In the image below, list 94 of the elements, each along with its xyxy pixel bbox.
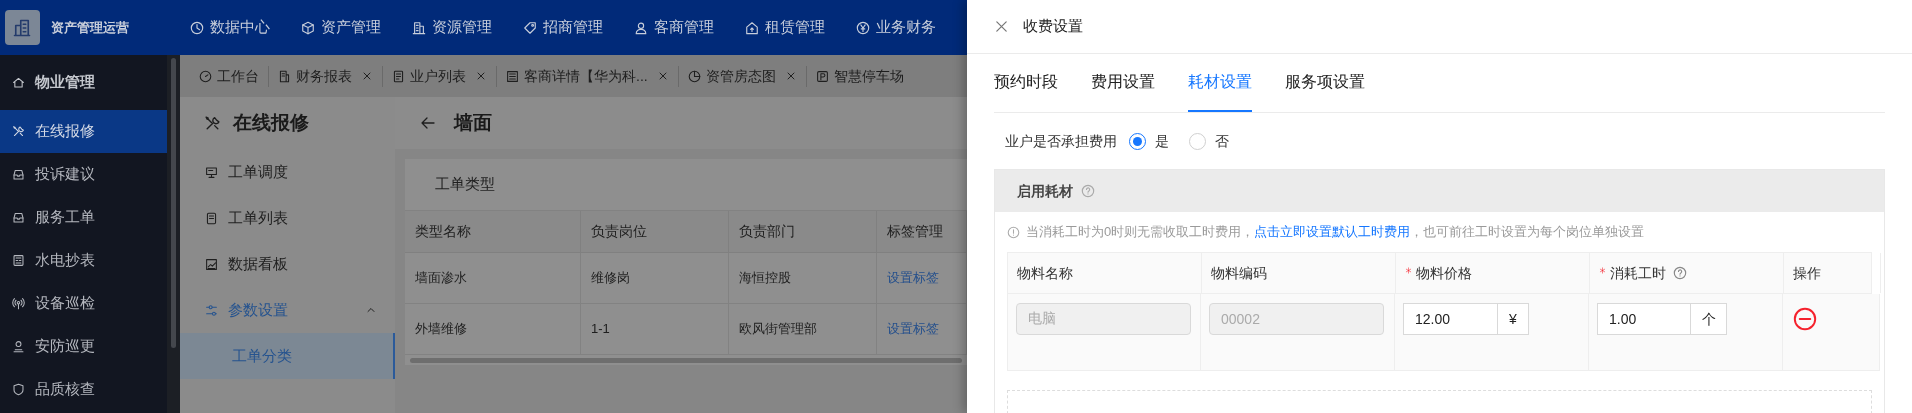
monitor-icon (205, 165, 218, 179)
sidebar-item[interactable]: 在线报修 (0, 110, 167, 153)
currency-unit: ¥ (1498, 303, 1529, 335)
parking-icon (815, 69, 829, 83)
module-menu-item[interactable]: 数据看板 (180, 241, 395, 287)
module-title: 在线报修 (233, 110, 309, 135)
radio-label[interactable]: 是 (1155, 130, 1169, 152)
column-header: 物料价格 (1396, 253, 1590, 293)
page-tab[interactable]: 客商详情【华为科... (496, 65, 678, 87)
nav-menu-item[interactable]: 招商管理 (523, 16, 634, 39)
hours-field[interactable]: 1.00 (1597, 303, 1691, 335)
table-cell: 海恒控股 (729, 253, 877, 303)
sidebar-item[interactable]: 水电抄表 (0, 239, 167, 282)
sidebar-item[interactable]: 服务工单 (0, 196, 167, 239)
bear-cost-label: 业户是否承担费用 (1005, 131, 1117, 151)
nav-menu-item[interactable]: 数据中心 (190, 16, 301, 39)
table-cell: 1-1 (581, 304, 729, 354)
page-tab[interactable]: 资管房态图 (677, 65, 806, 87)
house-icon (745, 20, 759, 35)
home-icon (12, 76, 25, 89)
coin-icon (856, 20, 870, 35)
sidebar-item[interactable]: 安防巡更 (0, 325, 167, 368)
page-tab[interactable]: 工作台 (190, 65, 268, 87)
help-icon[interactable] (1673, 266, 1687, 280)
settings-tab[interactable]: 费用设置 (1091, 54, 1155, 112)
table-cell: 墙面渗水 (405, 253, 581, 303)
nav-menu-item[interactable]: 租赁管理 (745, 16, 856, 39)
inbox-icon (12, 168, 25, 181)
column-header: 操作 (1784, 253, 1881, 293)
required-asterisk-icon (1599, 266, 1606, 274)
gauge-icon (199, 69, 212, 83)
table-cell: 欧风街管理部 (729, 304, 877, 354)
notice-text: 当消耗工时为0时则无需收取工时费用，点击立即设置默认工时费用，也可前往工时设置为每个岗位单独设置 (1026, 223, 1645, 242)
price-field[interactable]: 12.00 (1403, 303, 1498, 335)
nav-menu-item[interactable]: 资源管理 (412, 16, 523, 39)
default-fee-link[interactable]: 点击立即设置默认工时费用 (1254, 224, 1411, 240)
tag-icon (523, 20, 537, 35)
column-header: 消耗工时 (1590, 253, 1784, 293)
document-icon (392, 69, 405, 83)
close-icon[interactable] (475, 70, 487, 82)
table-cell: 外墙维修 (405, 304, 581, 354)
table-scrollbar[interactable] (410, 357, 962, 363)
page-tab[interactable]: 智慧停车场 (805, 65, 913, 87)
remove-icon[interactable] (1793, 307, 1817, 331)
sidebar-header[interactable]: 物业管理 (0, 55, 167, 110)
column-header: 负责岗位 (581, 211, 729, 252)
list-icon (205, 211, 218, 225)
table-cell: 维修岗 (581, 253, 729, 303)
section-title: 启用耗材 (1017, 181, 1073, 201)
module-menu-item[interactable]: 工单调度 (180, 149, 395, 195)
settings-tab[interactable]: 预约时段 (994, 54, 1058, 112)
shield-icon (12, 383, 25, 396)
buildings-icon (12, 17, 33, 38)
settings-tab[interactable]: 服务项设置 (1285, 54, 1365, 112)
page-tab[interactable]: 业户列表 (382, 65, 496, 87)
wrench-icon (12, 125, 25, 138)
info-icon (1007, 225, 1020, 239)
page-title: 墙面 (454, 110, 492, 135)
column-header: 物料编码 (1202, 253, 1396, 293)
signal-icon (12, 297, 25, 310)
drawer-title: 收费设置 (1023, 16, 1083, 37)
sidebar-item[interactable]: 设备巡检 (0, 282, 167, 325)
count-unit: 个 (1691, 303, 1727, 335)
report-icon (278, 69, 291, 83)
column-header: 负责部门 (729, 211, 877, 252)
sliders-icon (205, 303, 218, 317)
sidebar-scrollbar[interactable] (171, 58, 176, 348)
pie-chart-icon (687, 69, 701, 83)
app-title: 资产管理运营 (50, 18, 130, 37)
guard-icon (12, 340, 25, 353)
inbox-icon (12, 211, 25, 224)
panel-icon (506, 69, 519, 83)
clock-icon (190, 20, 204, 35)
page-tab[interactable]: 财务报表 (268, 65, 382, 87)
close-icon[interactable] (361, 70, 373, 82)
nav-menu-item[interactable]: 客商管理 (634, 16, 745, 39)
module-menu-item[interactable]: 工单列表 (180, 195, 395, 241)
settings-tab[interactable]: 耗材设置 (1188, 54, 1252, 112)
cube-icon (301, 20, 315, 35)
column-header: 类型名称 (405, 211, 581, 252)
sidebar-item[interactable]: 品质核查 (0, 368, 167, 411)
nav-menu-item[interactable]: 业务财务 (856, 16, 967, 39)
sidebar-item[interactable]: 投诉建议 (0, 153, 167, 196)
column-header: 物料名称 (1008, 253, 1202, 293)
person-icon (634, 20, 648, 35)
close-icon[interactable] (994, 19, 1009, 34)
nav-menu-item[interactable]: 资产管理 (301, 16, 412, 39)
radio-label[interactable]: 否 (1215, 130, 1229, 152)
back-arrow-icon[interactable] (420, 115, 436, 131)
chart-icon (205, 257, 218, 271)
meter-icon (12, 254, 25, 267)
building-icon (412, 20, 426, 35)
required-asterisk-icon (1405, 266, 1412, 274)
wrench-icon (204, 114, 221, 132)
